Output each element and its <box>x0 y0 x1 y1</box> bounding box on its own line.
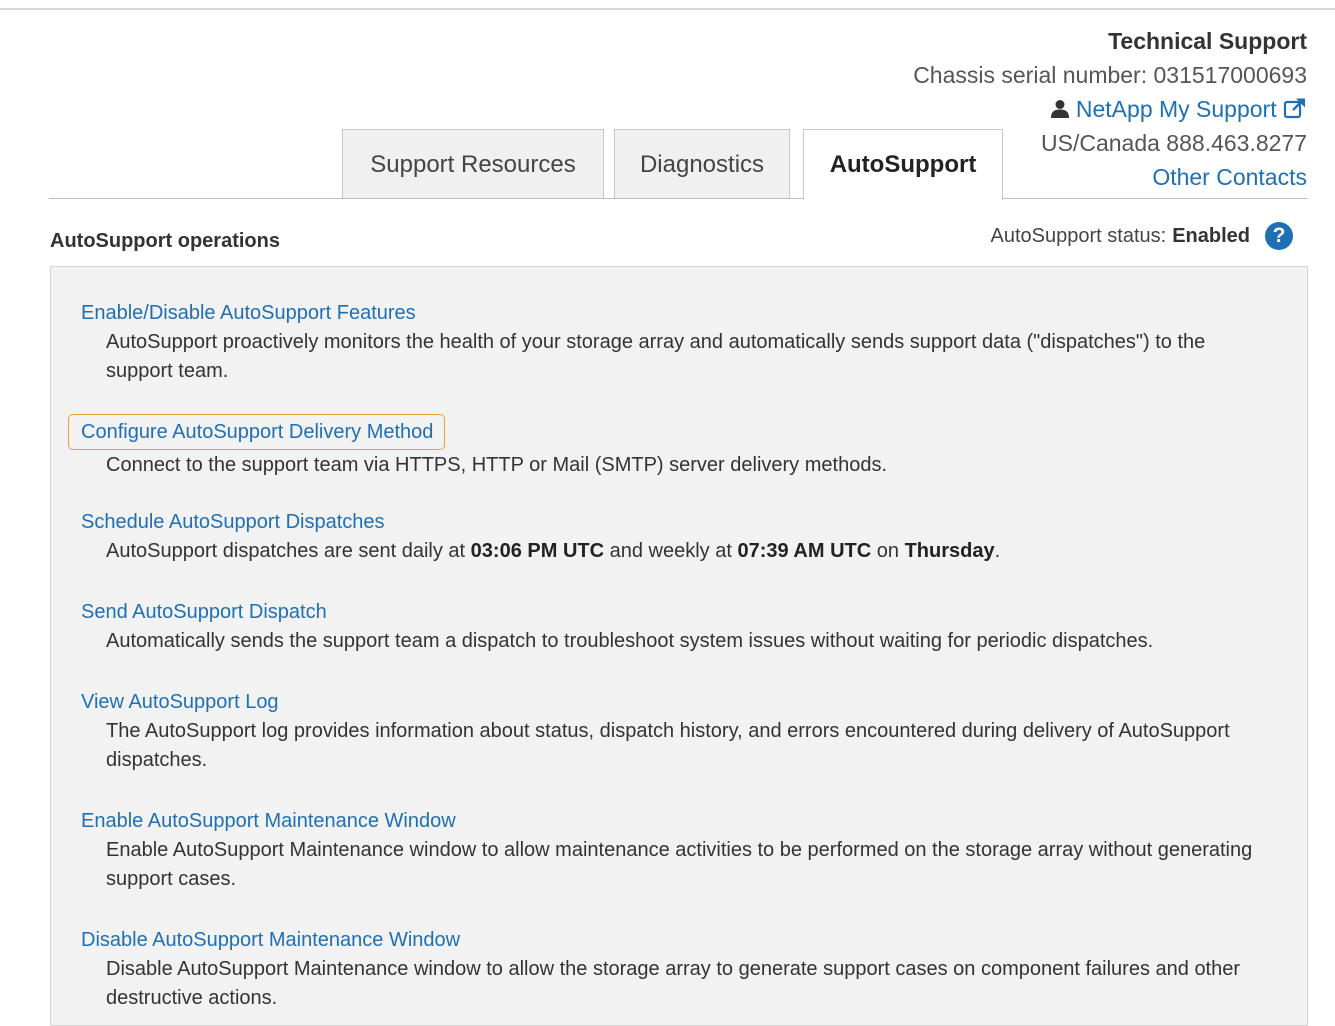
operation-item: View AutoSupport Log The AutoSupport log… <box>81 689 1281 775</box>
tabs-baseline <box>49 198 1308 199</box>
help-icon[interactable]: ? <box>1265 222 1293 250</box>
view-log-link[interactable]: View AutoSupport Log <box>81 689 279 715</box>
operation-item: Disable AutoSupport Maintenance Window D… <box>81 927 1281 1013</box>
operation-description: AutoSupport proactively monitors the hea… <box>106 331 1206 382</box>
tab-support-resources[interactable]: Support Resources <box>342 129 604 199</box>
send-dispatch-link[interactable]: Send AutoSupport Dispatch <box>81 599 327 625</box>
external-link-icon[interactable] <box>1283 96 1307 122</box>
operation-item: Schedule AutoSupport Dispatches AutoSupp… <box>81 509 1281 566</box>
operation-description: Enable AutoSupport Maintenance window to… <box>106 839 1253 890</box>
autosupport-status: AutoSupport status: Enabled ? <box>991 222 1293 250</box>
technical-support-title: Technical Support <box>1108 28 1307 54</box>
weekly-day: Thursday <box>904 540 995 562</box>
operations-panel: Enable/Disable AutoSupport Features Auto… <box>50 266 1308 1026</box>
operation-description: The AutoSupport log provides information… <box>106 720 1230 771</box>
top-divider <box>0 8 1335 10</box>
tab-diagnostics[interactable]: Diagnostics <box>614 129 790 199</box>
operation-item: Send AutoSupport Dispatch Automatically … <box>81 599 1281 656</box>
chassis-serial-number: Chassis serial number: 031517000693 <box>913 62 1307 88</box>
daily-time: 03:06 PM UTC <box>470 540 605 562</box>
operation-description: Connect to the support team via HTTPS, H… <box>106 454 887 476</box>
user-icon <box>1050 96 1076 122</box>
operation-description: Disable AutoSupport Maintenance window t… <box>106 958 1241 1009</box>
disable-maintenance-window-link[interactable]: Disable AutoSupport Maintenance Window <box>81 927 460 953</box>
section-title: AutoSupport operations <box>50 230 280 252</box>
schedule-text-mid: and weekly at <box>604 540 738 562</box>
weekly-time: 07:39 AM UTC <box>737 540 872 562</box>
configure-delivery-method-link[interactable]: Configure AutoSupport Delivery Method <box>67 414 446 450</box>
status-label: AutoSupport status: <box>990 224 1167 247</box>
operation-item: Enable/Disable AutoSupport Features Auto… <box>81 300 1281 386</box>
operation-item: Configure AutoSupport Delivery Method Co… <box>67 414 1281 480</box>
schedule-text-end: . <box>994 540 1001 562</box>
my-support-row: NetApp My Support <box>913 92 1307 126</box>
operation-description: Automatically sends the support team a d… <box>106 630 1154 652</box>
operation-description: AutoSupport dispatches are sent daily at… <box>106 537 1276 566</box>
schedule-text-prefix: AutoSupport dispatches are sent daily at <box>106 540 471 562</box>
status-value: Enabled <box>1172 224 1250 247</box>
tab-autosupport[interactable]: AutoSupport <box>803 129 1003 200</box>
schedule-dispatches-link[interactable]: Schedule AutoSupport Dispatches <box>81 509 385 535</box>
schedule-text-on: on <box>871 540 905 562</box>
operation-item: Enable AutoSupport Maintenance Window En… <box>81 808 1281 894</box>
netapp-my-support-link[interactable]: NetApp My Support <box>1076 96 1277 122</box>
enable-disable-features-link[interactable]: Enable/Disable AutoSupport Features <box>81 300 416 326</box>
enable-maintenance-window-link[interactable]: Enable AutoSupport Maintenance Window <box>81 808 456 834</box>
